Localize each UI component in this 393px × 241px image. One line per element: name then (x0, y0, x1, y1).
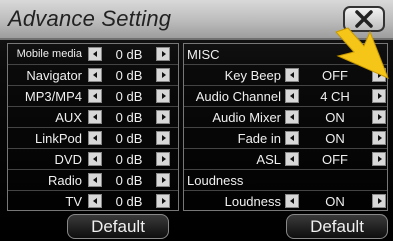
source-row-aux: AUX 0 dB (8, 107, 178, 128)
decrease-arrow-icon[interactable] (88, 131, 102, 145)
row-label: TV (65, 194, 82, 209)
decrease-arrow-icon[interactable] (88, 152, 102, 166)
decrease-arrow-icon[interactable] (88, 194, 102, 208)
increase-arrow-icon[interactable] (156, 152, 170, 166)
decrease-arrow-icon[interactable] (285, 89, 299, 103)
row-label: Fade in (237, 131, 281, 146)
misc-row-audio-channel: Audio Channel 4 CH (184, 86, 387, 107)
row-label: Key Beep (224, 68, 281, 83)
increase-arrow-icon[interactable] (372, 131, 386, 145)
row-value: 0 dB (115, 68, 143, 83)
row-label: Audio Mixer (212, 110, 281, 125)
row-label: MP3/MP4 (24, 89, 82, 104)
source-row-mp3-mp4: MP3/MP4 0 dB (8, 86, 178, 107)
row-value: OFF (322, 152, 348, 167)
row-label: Radio (48, 173, 82, 188)
source-row-navigator: Navigator 0 dB (8, 65, 178, 86)
row-value: 0 dB (115, 89, 143, 104)
left-default-button[interactable]: Default (67, 214, 169, 239)
row-value: ON (325, 194, 345, 209)
source-row-radio: Radio 0 dB (8, 170, 178, 191)
source-row-mobile-media: Mobile media 0 dB (8, 44, 178, 65)
row-value: 0 dB (115, 110, 143, 125)
decrease-arrow-icon[interactable] (88, 173, 102, 187)
advance-setting-screen: Advance Setting Mobile media 0 dB Naviga… (0, 0, 393, 241)
increase-arrow-icon[interactable] (156, 89, 170, 103)
row-label: Audio Channel (195, 89, 281, 104)
source-row-tv: TV 0 dB (8, 191, 178, 212)
decrease-arrow-icon[interactable] (88, 110, 102, 124)
increase-arrow-icon[interactable] (156, 110, 170, 124)
decrease-arrow-icon[interactable] (88, 68, 102, 82)
row-value: ON (325, 131, 345, 146)
row-value: 4 CH (320, 89, 350, 104)
row-value: 0 dB (115, 47, 143, 62)
row-label: Mobile media (16, 48, 82, 60)
decrease-arrow-icon[interactable] (285, 152, 299, 166)
increase-arrow-icon[interactable] (156, 173, 170, 187)
row-label: LinkPod (35, 131, 82, 146)
row-value: 0 dB (115, 173, 143, 188)
loudness-header: Loudness (187, 173, 244, 188)
increase-arrow-icon[interactable] (156, 194, 170, 208)
source-level-panel: Mobile media 0 dB Navigator 0 dB MP3/MP4… (7, 43, 179, 211)
decrease-arrow-icon[interactable] (285, 110, 299, 124)
row-label: AUX (55, 110, 82, 125)
source-row-dvd: DVD 0 dB (8, 149, 178, 170)
row-label: Navigator (26, 68, 82, 83)
page-title: Advance Setting (8, 6, 172, 31)
row-value: 0 dB (115, 152, 143, 167)
misc-row-audio-mixer: Audio Mixer ON (184, 107, 387, 128)
increase-arrow-icon[interactable] (372, 194, 386, 208)
row-label: Loudness (224, 194, 281, 209)
increase-arrow-icon[interactable] (372, 89, 386, 103)
right-default-button[interactable]: Default (286, 214, 388, 239)
increase-arrow-icon[interactable] (156, 131, 170, 145)
row-label: DVD (54, 152, 82, 167)
pointer-arrow-icon (335, 27, 389, 79)
row-label: ASL (256, 152, 281, 167)
loudness-header-row: Loudness (184, 170, 387, 191)
decrease-arrow-icon[interactable] (88, 89, 102, 103)
misc-header: MISC (187, 47, 220, 62)
decrease-arrow-icon[interactable] (88, 47, 102, 61)
increase-arrow-icon[interactable] (372, 110, 386, 124)
increase-arrow-icon[interactable] (372, 152, 386, 166)
decrease-arrow-icon[interactable] (285, 68, 299, 82)
misc-row-fade-in: Fade in ON (184, 128, 387, 149)
row-value: 0 dB (115, 131, 143, 146)
source-row-linkpod: LinkPod 0 dB (8, 128, 178, 149)
misc-row-asl: ASL OFF (184, 149, 387, 170)
loudness-row: Loudness ON (184, 191, 387, 212)
increase-arrow-icon[interactable] (156, 47, 170, 61)
decrease-arrow-icon[interactable] (285, 194, 299, 208)
increase-arrow-icon[interactable] (156, 68, 170, 82)
row-value: 0 dB (115, 194, 143, 209)
decrease-arrow-icon[interactable] (285, 131, 299, 145)
row-value: ON (325, 110, 345, 125)
